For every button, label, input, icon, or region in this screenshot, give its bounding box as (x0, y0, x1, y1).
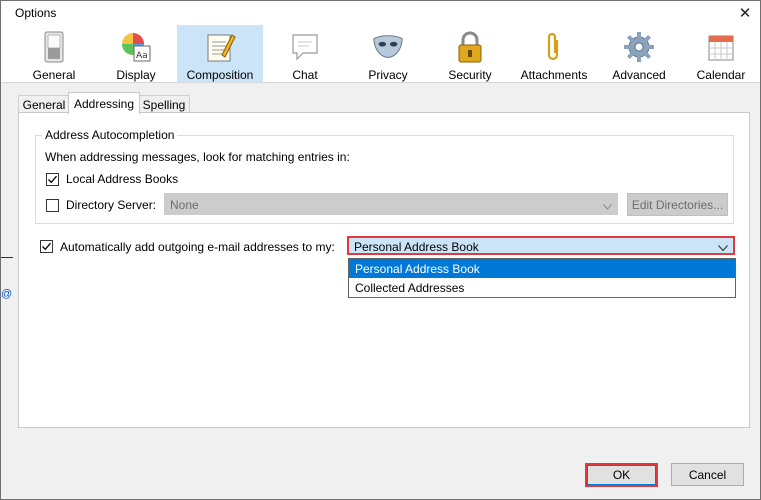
chevron-down-icon (718, 241, 728, 255)
pane-display-label: Display (116, 68, 156, 82)
cancel-button-label: Cancel (688, 467, 727, 482)
auto-add-outgoing-label: Automatically add outgoing e-mail addres… (60, 240, 335, 254)
display-palette-icon: Aa (120, 31, 152, 63)
ok-button[interactable]: OK (585, 463, 658, 487)
edit-directories-label: Edit Directories... (631, 197, 724, 212)
tab-spelling[interactable]: Spelling (138, 95, 190, 113)
options-dialog: Options ✕ General Aa Display Composition… (0, 0, 761, 500)
tab-addressing-label: Addressing (73, 96, 135, 111)
background-window-edge (1, 257, 13, 258)
pane-security[interactable]: Security (434, 25, 506, 82)
directory-server-checkbox[interactable] (46, 199, 59, 212)
padlock-icon (454, 31, 486, 63)
pane-general-label: General (32, 68, 76, 82)
tab-general-label: General (22, 97, 66, 112)
pane-privacy[interactable]: Privacy (352, 25, 424, 82)
pane-chat[interactable]: Chat (269, 25, 341, 82)
ok-button-label: OK (612, 468, 631, 482)
tab-spelling-label: Spelling (142, 97, 186, 112)
calendar-icon (705, 31, 737, 63)
svg-text:Aa: Aa (136, 51, 148, 61)
composition-notepad-icon (204, 31, 236, 63)
pane-security-label: Security (448, 68, 492, 82)
window-title: Options (15, 6, 57, 20)
gear-icon (623, 31, 655, 63)
tab-general[interactable]: General (18, 95, 70, 113)
pane-composition-label: Composition (186, 68, 254, 82)
edit-directories-button: Edit Directories... (627, 193, 728, 216)
preferences-pane-toolbar: General Aa Display Composition Chat Priv… (1, 25, 760, 83)
pane-advanced-label: Advanced (612, 68, 666, 82)
local-address-books-checkbox[interactable] (46, 173, 59, 186)
cancel-button[interactable]: Cancel (671, 463, 744, 486)
directory-server-select: None (164, 193, 618, 215)
chevron-down-icon (603, 199, 612, 213)
group-legend: Address Autocompletion (42, 128, 178, 142)
pane-privacy-label: Privacy (368, 68, 408, 82)
auto-add-outgoing-checkbox[interactable] (40, 240, 53, 253)
title-bar: Options ✕ (1, 1, 760, 25)
tab-addressing[interactable]: Addressing (68, 92, 140, 114)
local-address-books-label: Local Address Books (66, 172, 179, 186)
autocompletion-intro: When addressing messages, look for match… (45, 150, 350, 164)
checkmark-icon (42, 242, 51, 251)
pane-display[interactable]: Aa Display (100, 25, 172, 82)
pane-chat-label: Chat (292, 68, 318, 82)
pane-calendar-label: Calendar (696, 68, 746, 82)
pane-advanced[interactable]: Advanced (603, 25, 675, 82)
checkmark-icon (48, 175, 57, 184)
paperclip-icon (538, 31, 570, 63)
address-book-dropdown-list: Personal Address Book Collected Addresse… (348, 258, 736, 298)
close-icon[interactable]: ✕ (730, 1, 760, 25)
directory-server-value: None (170, 198, 199, 212)
address-autocompletion-group: Address Autocompletion When addressing m… (35, 128, 734, 224)
directory-server-label: Directory Server: (66, 198, 157, 212)
pane-composition[interactable]: Composition (177, 25, 263, 82)
pane-general[interactable]: General (18, 25, 90, 82)
pane-attachments-label: Attachments (520, 68, 588, 82)
chat-bubble-icon (289, 31, 321, 63)
dropdown-option-collected-addresses[interactable]: Collected Addresses (349, 278, 735, 297)
background-window-fragment: @ (1, 288, 13, 300)
switch-icon (38, 31, 70, 63)
mask-icon (372, 31, 404, 63)
outgoing-address-book-select[interactable]: Personal Address Book (347, 236, 735, 255)
dropdown-option-personal-address-book[interactable]: Personal Address Book (349, 259, 735, 278)
pane-attachments[interactable]: Attachments (514, 25, 594, 82)
outgoing-address-book-value: Personal Address Book (354, 240, 479, 254)
pane-calendar[interactable]: Calendar (685, 25, 757, 82)
